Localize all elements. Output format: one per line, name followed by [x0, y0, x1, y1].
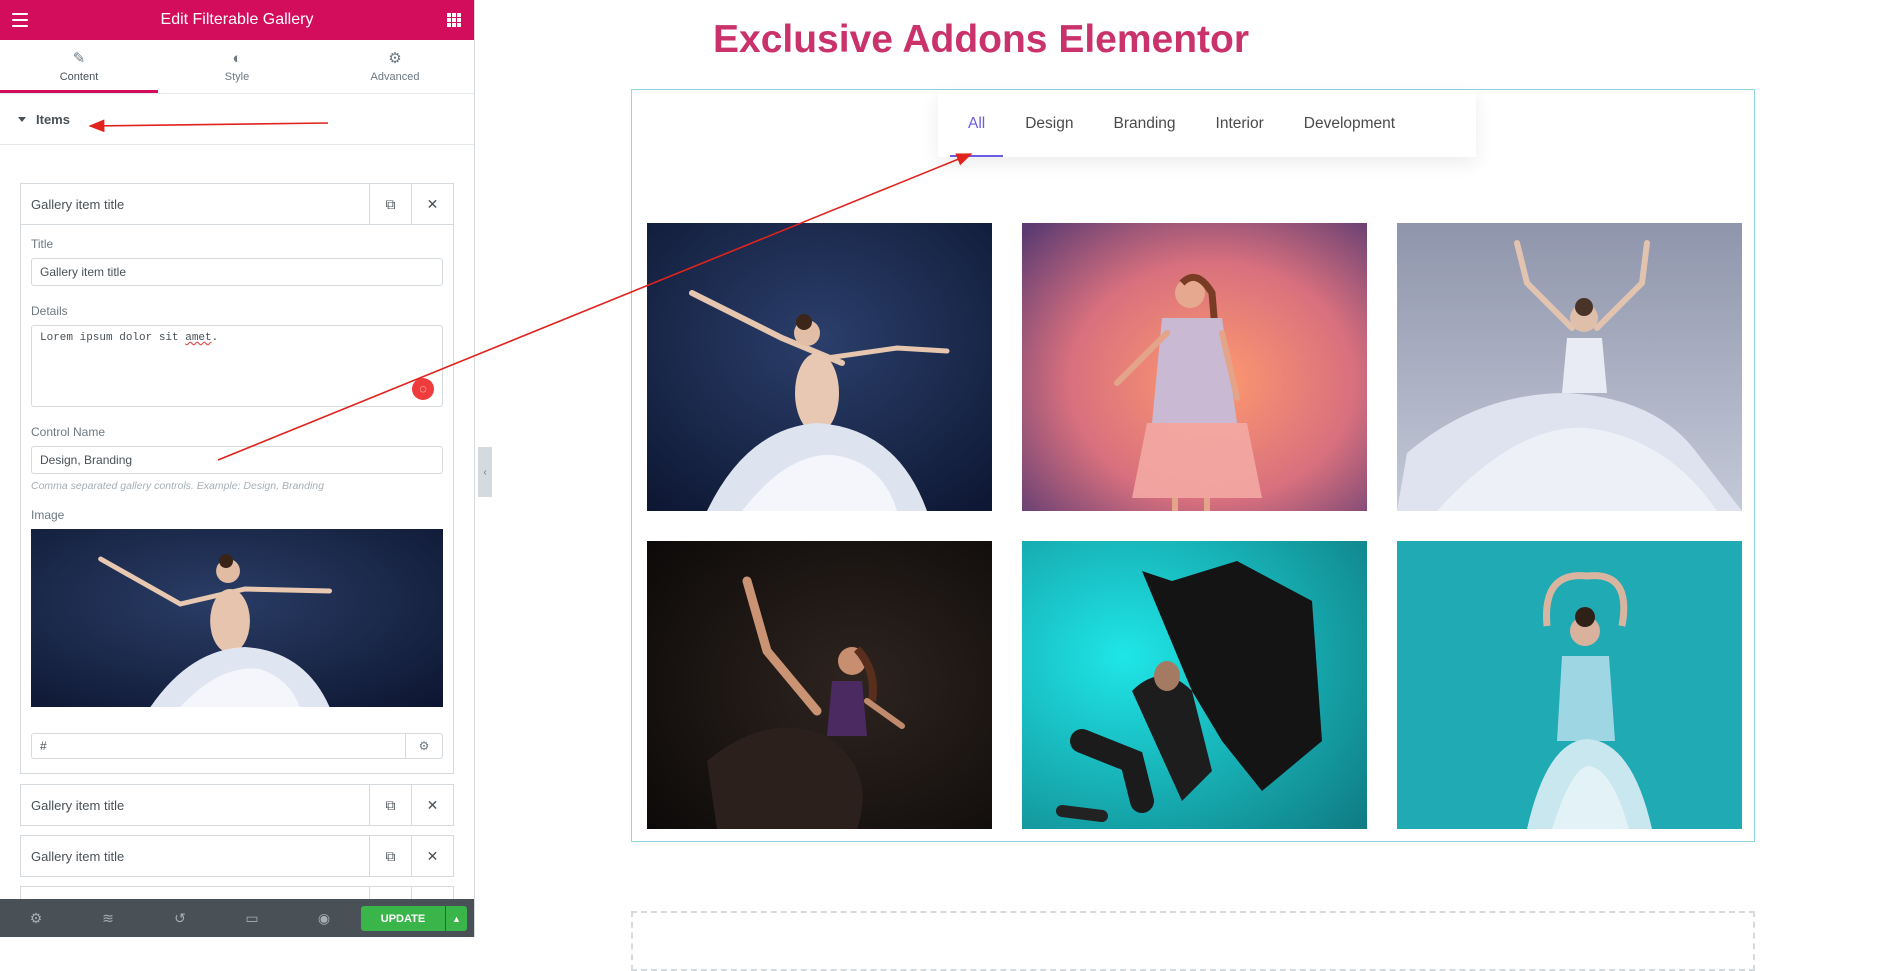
pencil-icon: ✎ — [72, 49, 86, 67]
repeater-item — [20, 886, 454, 899]
tab-style-label: Style — [224, 70, 250, 83]
grammar-check-icon[interactable]: ◌ — [412, 378, 434, 400]
responsive-icon[interactable]: ▭ — [216, 899, 288, 937]
tab-content-label: Content — [59, 70, 99, 83]
title-input[interactable]: Gallery item title — [31, 258, 443, 286]
filter-design[interactable]: Design — [1025, 90, 1073, 157]
repeater-item-header — [21, 887, 453, 899]
close-icon[interactable]: ✕ — [411, 184, 453, 224]
control-name-input[interactable]: Design, Branding — [31, 446, 443, 474]
tab-style[interactable]: ◐ Style — [158, 40, 316, 93]
filter-bar: All Design Branding Interior Development — [938, 90, 1476, 157]
dancer-white-dress-photo — [1397, 223, 1742, 511]
ballerina-teal-photo — [1397, 541, 1742, 829]
ballerina-photo — [647, 223, 992, 511]
close-icon[interactable] — [411, 887, 453, 899]
duplicate-icon[interactable]: ⧉ — [369, 785, 411, 825]
items-section-label: Items — [36, 112, 70, 127]
filterable-gallery: All Design Branding Interior Development — [631, 89, 1755, 842]
close-icon[interactable]: ✕ — [411, 785, 453, 825]
details-label: Details — [31, 304, 68, 318]
tab-content[interactable]: ✎ Content — [0, 40, 158, 93]
dancer-high-kick-photo — [647, 541, 992, 829]
link-options-gear-icon[interactable]: ⚙ — [405, 733, 443, 759]
update-button[interactable]: UPDATE — [361, 906, 445, 931]
history-icon[interactable]: ↺ — [144, 899, 216, 937]
hiphop-dancer-photo — [1022, 541, 1367, 829]
filter-all[interactable]: All — [949, 90, 1004, 157]
empty-drop-area[interactable] — [631, 911, 1755, 971]
items-section-toggle[interactable]: Items — [0, 95, 474, 145]
panel-scroll-area: Items Gallery item title ⧉ ✕ Title Galle… — [0, 95, 474, 899]
caret-down-icon — [18, 117, 26, 122]
title-label: Title — [31, 237, 54, 251]
repeater-item: Gallery item title ⧉ ✕ — [20, 835, 454, 877]
eye-icon[interactable]: ◉ — [288, 899, 360, 937]
tab-advanced-label: Advanced — [370, 70, 420, 83]
repeater-item-title[interactable]: Gallery item title — [21, 798, 369, 813]
ballerina-thumbnail — [31, 529, 443, 707]
details-text: Lorem ipsum dolor sit — [40, 332, 186, 344]
panel-header: Edit Filterable Gallery — [0, 0, 474, 40]
gallery-photo[interactable] — [647, 541, 992, 829]
layers-icon[interactable]: ≋ — [72, 899, 144, 937]
tab-advanced[interactable]: ⚙ Advanced — [316, 40, 474, 93]
gallery-photo[interactable] — [1022, 541, 1367, 829]
link-input[interactable]: # — [31, 733, 405, 759]
filter-development[interactable]: Development — [1304, 90, 1395, 157]
gallery-photo[interactable] — [1022, 223, 1367, 511]
details-textarea[interactable]: Lorem ipsum dolor sit amet. ◌ — [31, 325, 443, 407]
menu-icon[interactable] — [12, 13, 28, 27]
control-name-label: Control Name — [31, 425, 106, 439]
repeater-item-title[interactable]: Gallery item title — [21, 849, 369, 864]
panel-tabs: ✎ Content ◐ Style ⚙ Advanced — [0, 40, 474, 94]
gear-icon[interactable]: ⚙ — [0, 899, 72, 937]
control-name-hint: Comma separated gallery controls. Exampl… — [31, 480, 324, 492]
close-icon[interactable]: ✕ — [411, 836, 453, 876]
repeater-item-body: Title Gallery item title Details Lorem i… — [21, 224, 453, 773]
widgets-grid-icon[interactable] — [447, 13, 461, 27]
gallery-photo[interactable] — [647, 223, 992, 511]
filter-interior[interactable]: Interior — [1216, 90, 1264, 157]
gallery-photo[interactable] — [1397, 223, 1742, 511]
duplicate-icon[interactable] — [369, 887, 411, 899]
collapse-panel-handle[interactable]: ‹ — [478, 447, 492, 497]
details-text-end: . — [211, 332, 219, 344]
repeater-item: Gallery item title ⧉ ✕ Title Gallery ite… — [20, 183, 454, 774]
repeater-item: Gallery item title ⧉ ✕ — [20, 784, 454, 826]
chevron-left-icon: ‹ — [483, 466, 487, 478]
image-picker[interactable] — [31, 529, 443, 707]
chevron-up-icon[interactable]: ▲ — [446, 906, 467, 931]
link-field: # ⚙ — [31, 733, 443, 759]
panel-footer: ⚙ ≋ ↺ ▭ ◉ UPDATE ▲ — [0, 899, 474, 937]
duplicate-icon[interactable]: ⧉ — [369, 836, 411, 876]
panel-title: Edit Filterable Gallery — [160, 11, 314, 28]
duplicate-icon[interactable]: ⧉ — [369, 184, 411, 224]
image-label: Image — [31, 508, 65, 522]
girl-pink-dress-photo — [1022, 223, 1367, 511]
repeater-item-header: Gallery item title ⧉ ✕ — [21, 184, 453, 224]
filter-branding[interactable]: Branding — [1113, 90, 1175, 157]
repeater-item-header: Gallery item title ⧉ ✕ — [21, 836, 453, 876]
editor-panel: Edit Filterable Gallery ✎ Content ◐ Styl… — [0, 0, 475, 937]
page-heading: Exclusive Addons Elementor — [713, 18, 1250, 61]
half-circle-icon: ◐ — [232, 49, 242, 67]
gear-icon: ⚙ — [388, 49, 402, 67]
repeater-item-header: Gallery item title ⧉ ✕ — [21, 785, 453, 825]
details-text-misspelled: amet — [185, 332, 212, 344]
repeater-item-title[interactable]: Gallery item title — [21, 197, 369, 212]
gallery-photo[interactable] — [1397, 541, 1742, 829]
